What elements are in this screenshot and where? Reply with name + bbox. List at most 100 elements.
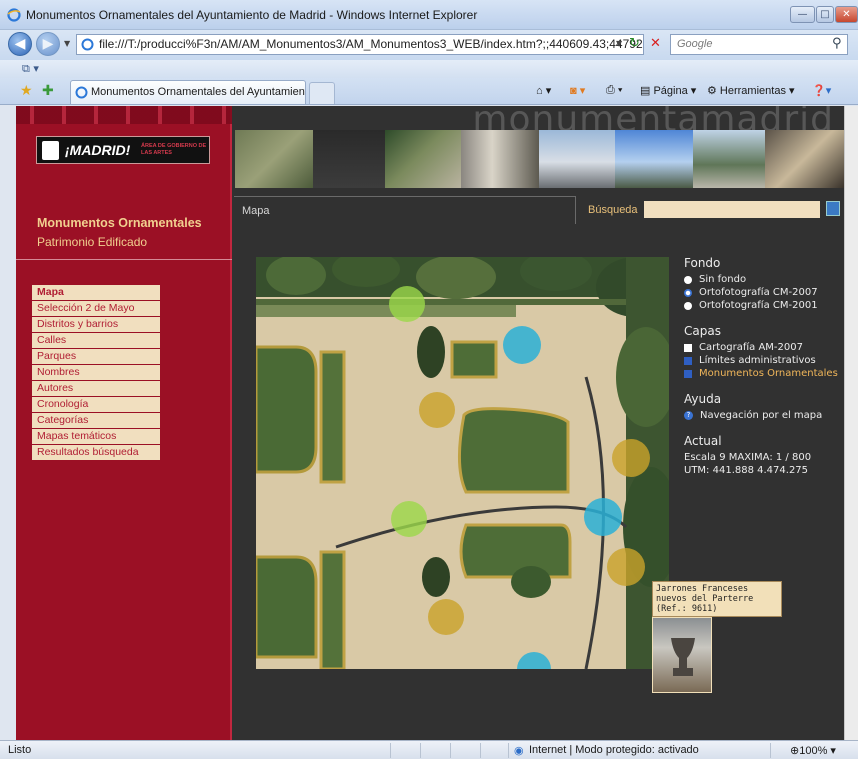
site-search-input[interactable] [644, 201, 820, 218]
search-input[interactable]: Google [670, 34, 848, 55]
tab-row: ★ ✚ Monumentos Ornamentales del Ayuntami… [0, 78, 858, 105]
vase-icon [671, 638, 695, 676]
capa-label: Monumentos Ornamentales [699, 368, 838, 379]
back-button[interactable]: ◀ [8, 32, 32, 56]
title-bar: Monumentos Ornamentales del Ayuntamiento… [0, 0, 858, 30]
history-dropdown-icon[interactable]: ▼ [64, 39, 70, 48]
help-circle-icon: ? [684, 411, 693, 420]
nav-item-resultados[interactable]: Resultados búsqueda [32, 445, 160, 460]
status-divider [770, 743, 771, 758]
checkbox-icon[interactable] [684, 343, 692, 352]
fondo-option[interactable]: Ortofotografía CM-2001 [684, 299, 844, 312]
tooltip-name: Jarrones Franceses nuevos del Parterre [656, 584, 754, 604]
capa-item[interactable]: Monumentos Ornamentales [684, 367, 844, 380]
fondo-heading: Fondo [684, 256, 721, 270]
status-divider [420, 743, 421, 758]
sidebar-divider [16, 259, 232, 260]
refresh-icon[interactable]: ↻ [629, 36, 640, 51]
favorites-star-icon[interactable]: ★ [20, 83, 33, 99]
web-content: ¡MADRID! ÁREA DE GOBIERNO DE LAS ARTES M… [16, 106, 844, 740]
logo-area-text: ÁREA DE GOBIERNO DE LAS ARTES [141, 143, 207, 156]
address-bar[interactable]: file:///T:/producci%F3n/AM/AM_Monumentos… [76, 34, 644, 55]
header-photo [615, 130, 693, 188]
radio-icon[interactable] [684, 301, 692, 310]
fondo-option[interactable]: Sin fondo [684, 273, 844, 286]
maximize-button[interactable]: □ [816, 6, 834, 23]
home-icon[interactable]: ⌂ ▾ [536, 84, 551, 97]
browser-window: Monumentos Ornamentales del Ayuntamiento… [0, 0, 858, 759]
add-favorites-icon[interactable]: ✚ [42, 83, 54, 99]
window-title: Monumentos Ornamentales del Ayuntamiento… [26, 8, 478, 22]
links-toolbar: ⧉ ▾ [0, 60, 858, 78]
browser-tab[interactable]: Monumentos Ornamentales del Ayuntamiento… [70, 80, 306, 104]
security-zone-label: Internet | Modo protegido: activado [529, 744, 699, 756]
fondo-option[interactable]: Ortofotografía CM-2007 [684, 286, 844, 299]
help-icon[interactable]: ❓▾ [812, 84, 831, 97]
new-tab-button[interactable] [309, 82, 335, 104]
monument-tooltip: Jarrones Franceses nuevos del Parterre (… [652, 581, 782, 617]
aerial-map[interactable] [256, 257, 669, 669]
tools-menu-label: Herramientas [719, 85, 786, 97]
help-link-label: Navegación por el mapa [700, 410, 823, 421]
header-photo [539, 130, 615, 188]
header-photo [765, 130, 844, 188]
status-divider [390, 743, 391, 758]
nav-item-autores[interactable]: Autores [32, 381, 160, 396]
ie-icon [7, 8, 21, 22]
zoom-level[interactable]: ⊕100% ▾ [790, 744, 836, 757]
page-icon [81, 38, 94, 51]
nav-item-cronologia[interactable]: Cronología [32, 397, 160, 412]
page-menu[interactable]: ▤ Página ▾ [640, 84, 696, 97]
tab-ie-icon [75, 86, 88, 99]
security-zone[interactable]: ◉ Internet | Modo protegido: activado [514, 744, 699, 757]
madrid-shield-icon [42, 141, 59, 160]
address-text: file:///T:/producci%F3n/AM/AM_Monumentos… [99, 37, 643, 51]
status-divider [450, 743, 451, 758]
header-photo [693, 130, 765, 188]
nav-item-calles[interactable]: Calles [32, 333, 160, 348]
tab-mapa[interactable]: Mapa [234, 196, 576, 224]
nav-item-distritos[interactable]: Distritos y barrios [32, 317, 160, 332]
logo-text: ¡MADRID! [65, 142, 131, 158]
site-title: Monumentos Ornamentales [37, 216, 202, 230]
madrid-logo[interactable]: ¡MADRID! ÁREA DE GOBIERNO DE LAS ARTES [36, 136, 210, 164]
layers-panel: Fondo Sin fondo Ortofotografía CM-2007 O… [684, 256, 844, 477]
monument-thumbnail[interactable] [652, 617, 712, 693]
sidebar-nav: Mapa Selección 2 de Mayo Distritos y bar… [32, 285, 160, 461]
radio-selected-icon[interactable] [684, 288, 692, 297]
ornament-band [16, 106, 232, 124]
close-button[interactable]: ✕ [835, 6, 858, 23]
ayuda-heading: Ayuda [684, 392, 722, 406]
nav-item-mapas-tematicos[interactable]: Mapas temáticos [32, 429, 160, 444]
feeds-icon[interactable]: ◙ ▾ [570, 84, 585, 97]
actual-heading: Actual [684, 434, 722, 448]
nav-item-parques[interactable]: Parques [32, 349, 160, 364]
checkbox-checked-icon[interactable] [684, 369, 692, 378]
search-go-icon[interactable] [826, 201, 840, 216]
stop-icon[interactable]: ✕ [650, 36, 661, 51]
nav-item-categorias[interactable]: Categorías [32, 413, 160, 428]
nav-item-mapa[interactable]: Mapa [32, 285, 160, 300]
capa-item[interactable]: Cartografía AM-2007 [684, 341, 844, 354]
nav-item-nombres[interactable]: Nombres [32, 365, 160, 380]
header-photo [461, 130, 539, 188]
address-dropdown-icon[interactable]: ▼ [616, 39, 622, 48]
minimize-button[interactable]: — [790, 6, 815, 23]
checkbox-checked-icon[interactable] [684, 356, 692, 365]
links-icon[interactable]: ⧉ ▾ [22, 62, 39, 76]
map-image [256, 257, 669, 669]
nav-item-seleccion-2-mayo[interactable]: Selección 2 de Mayo [32, 301, 160, 316]
sidebar: ¡MADRID! ÁREA DE GOBIERNO DE LAS ARTES M… [16, 106, 232, 740]
help-link[interactable]: ? Navegación por el mapa [684, 409, 844, 422]
search-icon[interactable]: ⚲ [832, 36, 842, 51]
radio-icon[interactable] [684, 275, 692, 284]
fondo-option-label: Ortofotografía CM-2007 [699, 287, 818, 298]
tools-menu[interactable]: ⚙ Herramientas ▾ [707, 84, 795, 97]
vertical-scrollbar[interactable] [844, 106, 858, 740]
print-icon[interactable]: ⎙ ▾ [606, 84, 622, 97]
header-photo-strip [235, 130, 844, 188]
capa-item[interactable]: Límites administrativos [684, 354, 844, 367]
status-divider [508, 743, 509, 758]
status-divider [480, 743, 481, 758]
forward-button[interactable]: ▶ [36, 32, 60, 56]
